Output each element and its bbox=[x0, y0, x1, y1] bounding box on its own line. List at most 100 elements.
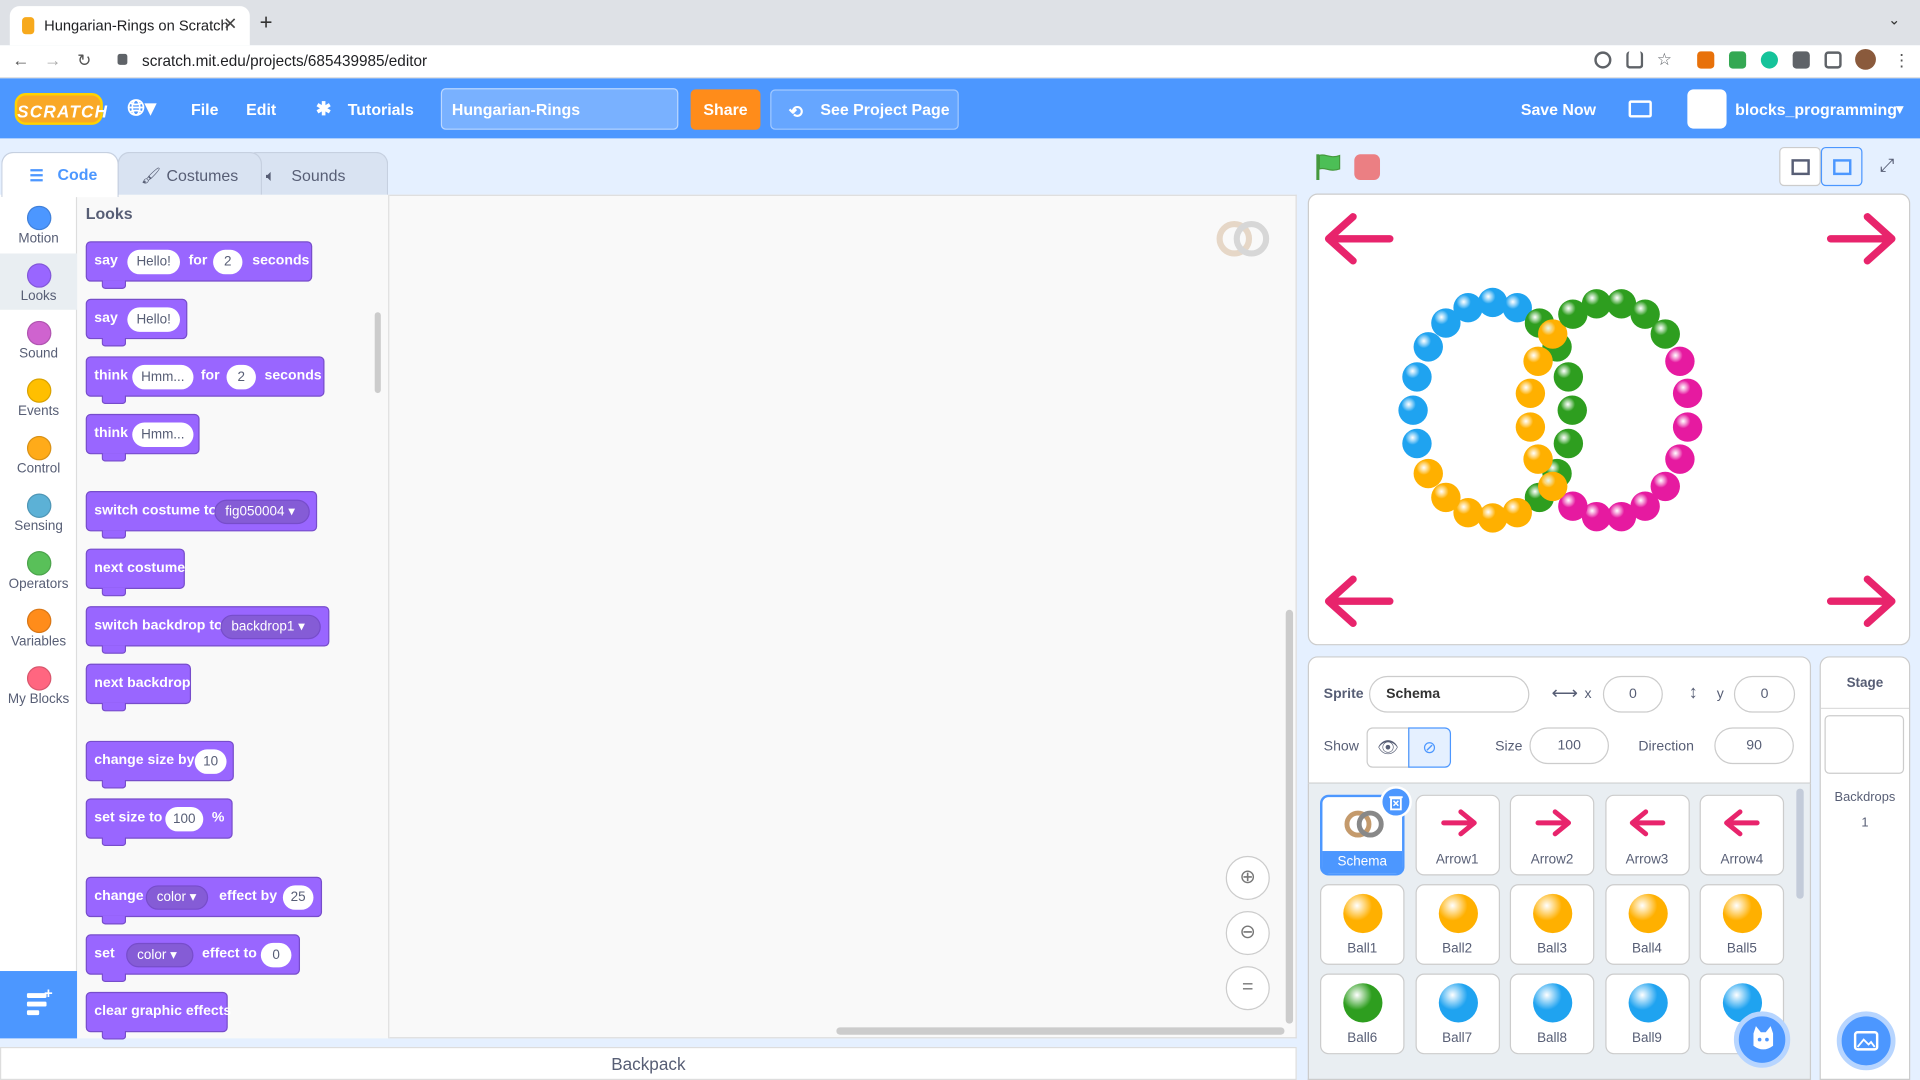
block-message-input[interactable]: Hmm... bbox=[132, 422, 194, 447]
sprite-tile[interactable]: Arrow2 bbox=[1509, 794, 1595, 876]
block-change-size[interactable]: change size by 10 bbox=[85, 740, 234, 789]
project-title-input[interactable]: Hungarian-Rings bbox=[440, 88, 679, 130]
category-events[interactable]: Events bbox=[0, 369, 77, 425]
block-next-backdrop[interactable]: next backdrop bbox=[85, 663, 192, 712]
side-panel-icon[interactable] bbox=[1824, 51, 1842, 69]
category-looks[interactable]: Looks bbox=[0, 253, 78, 310]
effect-dropdown[interactable]: color ▾ bbox=[145, 885, 209, 910]
stop-sign-icon[interactable] bbox=[1354, 154, 1381, 181]
category-control[interactable]: Control bbox=[0, 426, 77, 482]
back-icon[interactable]: ← bbox=[12, 50, 29, 70]
category-motion[interactable]: Motion bbox=[0, 196, 77, 252]
sprite-tile[interactable]: Arrow4 bbox=[1699, 794, 1785, 876]
workspace-vertical-scrollbar[interactable] bbox=[1285, 609, 1294, 1024]
user-avatar[interactable] bbox=[1687, 89, 1727, 129]
stage-canvas[interactable] bbox=[1307, 193, 1911, 646]
show-hidden-button[interactable]: ⊘ bbox=[1408, 727, 1452, 768]
delete-sprite-button[interactable] bbox=[1380, 786, 1412, 818]
tab-costumes[interactable]: 🖌︎ Costumes bbox=[117, 151, 263, 196]
extension-icon[interactable] bbox=[1697, 51, 1715, 69]
category-variables[interactable]: Variables bbox=[0, 599, 77, 655]
block-clear-effects[interactable]: clear graphic effects bbox=[85, 991, 231, 1040]
sprite-tile[interactable]: Ball1 bbox=[1320, 884, 1405, 965]
block-say[interactable]: say Hello! bbox=[85, 298, 188, 347]
file-menu[interactable]: File bbox=[191, 100, 218, 118]
zoom-out-button[interactable]: ⊖ bbox=[1225, 911, 1270, 956]
grammarly-icon[interactable] bbox=[1760, 51, 1778, 69]
size-input[interactable]: 10 bbox=[194, 749, 227, 774]
zoom-icon[interactable] bbox=[1594, 51, 1612, 69]
sprite-tile[interactable]: Ball8 bbox=[1509, 973, 1595, 1055]
costume-dropdown[interactable]: fig050004 ▾ bbox=[214, 499, 310, 525]
effect-dropdown[interactable]: color ▾ bbox=[126, 942, 194, 968]
category-sound[interactable]: Sound bbox=[0, 311, 77, 367]
show-visible-button[interactable]: 👁︎ bbox=[1366, 727, 1410, 768]
block-secs-input[interactable]: 2 bbox=[213, 249, 243, 275]
save-now-button[interactable]: Save Now bbox=[1521, 100, 1596, 118]
close-tab-icon[interactable]: ✕ bbox=[223, 13, 237, 34]
block-switch-costume[interactable]: switch costume to fig050004 ▾ bbox=[85, 491, 318, 539]
share-button[interactable]: Share bbox=[690, 89, 761, 130]
add-extension-button[interactable]: + bbox=[0, 971, 78, 1039]
effect-value-input[interactable]: 25 bbox=[282, 885, 314, 910]
tutorials-button[interactable]: Tutorials bbox=[348, 100, 414, 118]
tab-search-chevron-icon[interactable]: ⌄ bbox=[1888, 11, 1900, 28]
sprite-tile[interactable]: Arrow1 bbox=[1414, 794, 1500, 876]
my-stuff-folder-icon[interactable] bbox=[1628, 100, 1652, 118]
profile-avatar[interactable] bbox=[1855, 48, 1876, 70]
stage-thumbnail[interactable] bbox=[1824, 715, 1905, 774]
block-think[interactable]: think Hmm... bbox=[85, 413, 200, 462]
new-tab-button[interactable]: + bbox=[260, 10, 273, 36]
puzzle-extensions-icon[interactable] bbox=[1792, 51, 1810, 69]
drive-icon[interactable] bbox=[1728, 51, 1747, 69]
backdrop-dropdown[interactable]: backdrop1 ▾ bbox=[220, 614, 321, 640]
sprite-tile[interactable]: Ball3 bbox=[1509, 884, 1595, 965]
zoom-reset-button[interactable]: = bbox=[1225, 966, 1270, 1011]
category-my-blocks[interactable]: My Blocks bbox=[0, 656, 77, 712]
block-set-effect[interactable]: set color ▾ effect to 0 bbox=[85, 934, 301, 983]
code-workspace[interactable] bbox=[389, 194, 1297, 1039]
tab-code[interactable]: ☰ Code bbox=[1, 151, 119, 198]
block-message-input[interactable]: Hmm... bbox=[132, 364, 194, 390]
edit-menu[interactable]: Edit bbox=[246, 100, 276, 118]
reload-icon[interactable]: ↻ bbox=[77, 50, 91, 71]
sprite-name-input[interactable]: Schema bbox=[1368, 675, 1530, 713]
block-message-input[interactable]: Hello! bbox=[127, 249, 181, 275]
scratch-logo[interactable]: SCRATCH bbox=[14, 93, 107, 125]
sprite-tile[interactable]: Ball7 bbox=[1414, 973, 1500, 1055]
language-globe-icon[interactable]: 🌐︎▾ bbox=[127, 96, 156, 122]
block-next-costume[interactable]: next costume bbox=[85, 548, 185, 597]
forward-icon[interactable]: → bbox=[44, 50, 61, 70]
share-page-icon[interactable] bbox=[1626, 51, 1644, 69]
account-chevron-icon[interactable]: ▼ bbox=[1893, 103, 1906, 118]
direction-input[interactable]: 90 bbox=[1714, 727, 1794, 765]
browser-tab[interactable]: Hungarian-Rings on Scratch ✕ bbox=[9, 6, 250, 46]
fullscreen-button[interactable]: ⤢ bbox=[1869, 147, 1911, 186]
sprite-tile[interactable]: Ball2 bbox=[1414, 884, 1500, 965]
zoom-in-button[interactable]: ⊕ bbox=[1225, 855, 1270, 901]
y-input[interactable]: 0 bbox=[1733, 675, 1796, 713]
sprite-tile[interactable]: Ball6 bbox=[1320, 973, 1405, 1055]
size-input[interactable]: 100 bbox=[1529, 727, 1609, 765]
see-project-page-button[interactable]: ⟲ See Project Page bbox=[770, 89, 959, 130]
url-field[interactable]: scratch.mit.edu/projects/685439985/edito… bbox=[107, 47, 1688, 75]
username[interactable]: blocks_programming bbox=[1735, 100, 1897, 118]
effect-value-input[interactable]: 0 bbox=[260, 942, 292, 968]
category-operators[interactable]: Operators bbox=[0, 541, 77, 597]
category-sensing[interactable]: Sensing bbox=[0, 484, 77, 540]
sprite-list-scrollbar[interactable] bbox=[1796, 788, 1804, 899]
tab-sounds[interactable]: 🔈︎ Sounds bbox=[244, 151, 389, 196]
bookmark-star-icon[interactable]: ☆ bbox=[1657, 49, 1674, 69]
normal-stage-button[interactable] bbox=[1820, 146, 1863, 187]
sprite-tile[interactable]: Ball4 bbox=[1604, 884, 1690, 965]
small-stage-button[interactable] bbox=[1779, 146, 1821, 187]
x-input[interactable]: 0 bbox=[1602, 675, 1663, 713]
block-think-for-secs[interactable]: think Hmm... for 2 seconds bbox=[85, 356, 325, 405]
block-set-size[interactable]: set size to 100 % bbox=[85, 798, 233, 847]
choose-backdrop-button[interactable] bbox=[1836, 1011, 1896, 1071]
workspace-horizontal-scrollbar[interactable] bbox=[836, 1027, 1285, 1035]
choose-sprite-button[interactable] bbox=[1733, 1011, 1791, 1068]
block-change-effect[interactable]: change color ▾ effect by 25 bbox=[85, 876, 323, 925]
size-input[interactable]: 100 bbox=[165, 806, 204, 832]
block-say-for-secs[interactable]: say Hello! for 2 seconds bbox=[85, 241, 313, 289]
